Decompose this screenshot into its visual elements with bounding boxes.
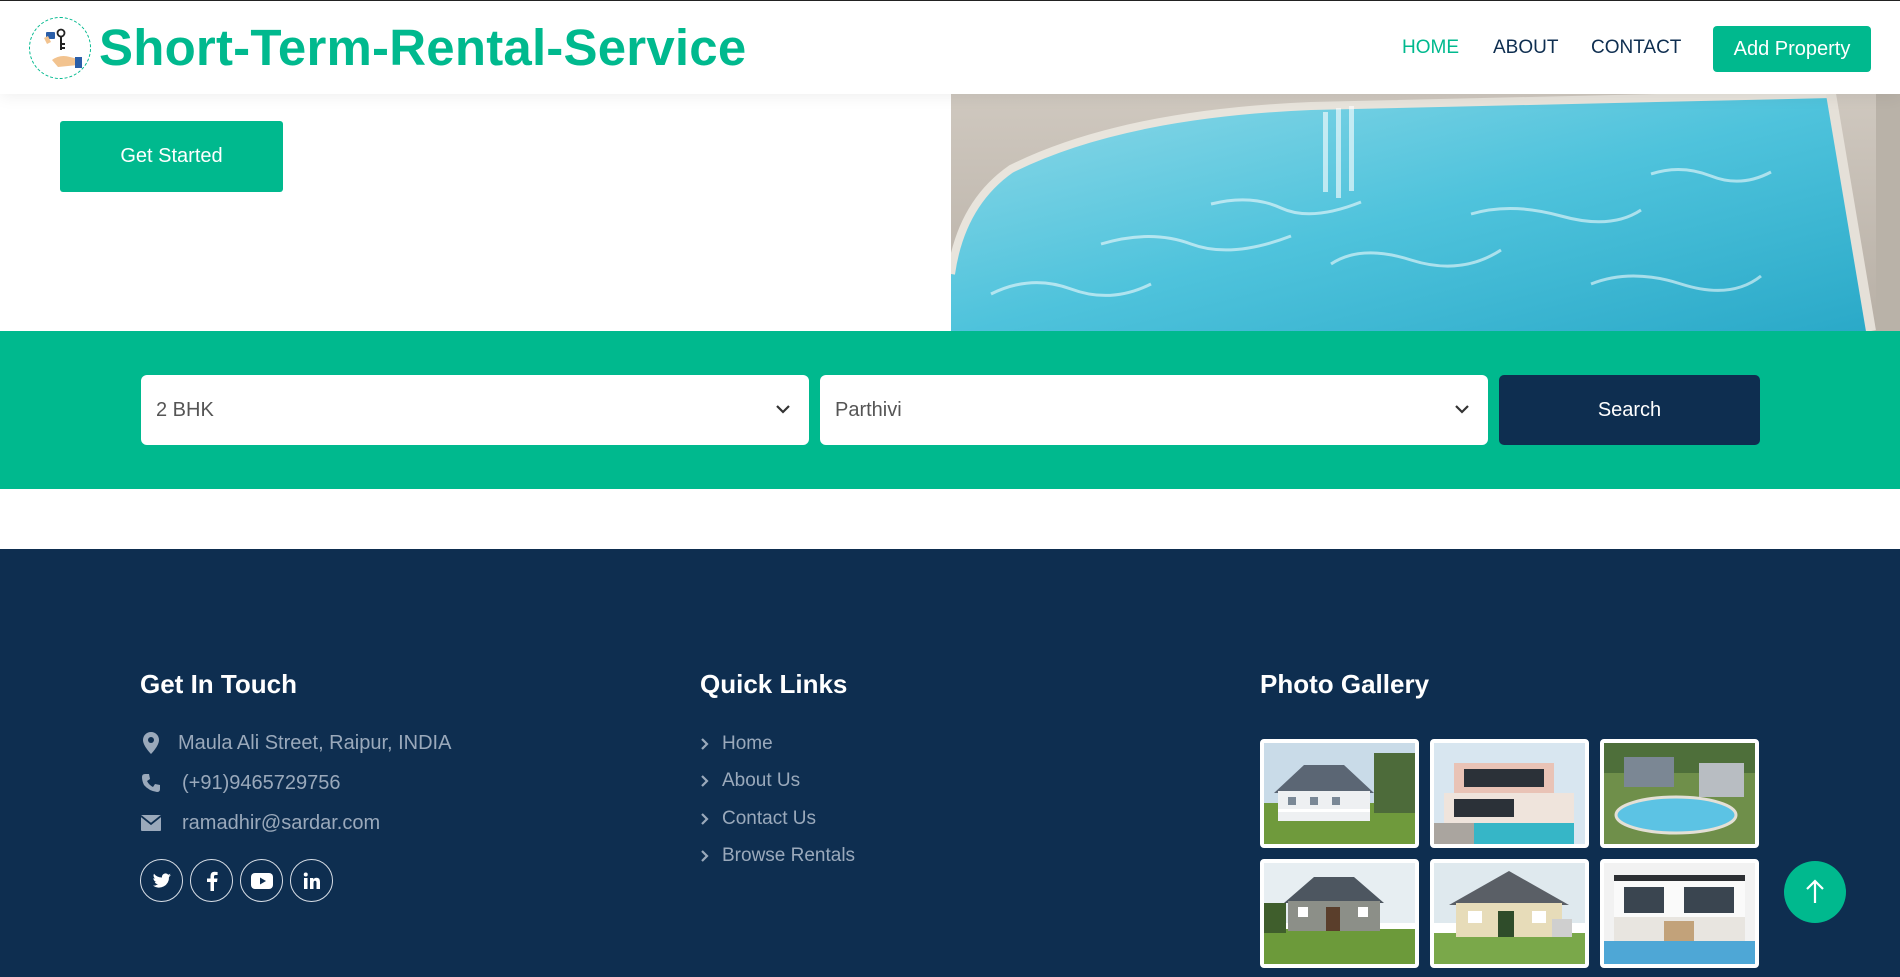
youtube-icon[interactable] [240,859,283,902]
location-value: Parthivi [835,398,902,421]
site-header: Short-Term-Rental-Service HOME ABOUT CON… [0,0,1900,94]
contact-email-text[interactable]: ramadhir@sardar.com [182,812,380,835]
get-started-button[interactable]: Get Started [60,121,283,192]
add-property-button[interactable]: Add Property [1713,26,1871,72]
photo-gallery-heading: Photo Gallery [1260,669,1430,699]
quick-link-about[interactable]: About Us [700,767,800,795]
twitter-icon[interactable] [140,859,183,902]
gallery-photo-1[interactable] [1260,739,1419,848]
property-type-value: 2 BHK [156,398,214,421]
nav-about[interactable]: ABOUT [1493,37,1558,59]
nav-contact[interactable]: CONTACT [1591,37,1681,59]
gallery-photo-4[interactable] [1260,859,1419,968]
contact-phone-text[interactable]: (+91)9465729756 [182,772,340,795]
arrow-up-icon [1806,879,1824,903]
contact-phone: (+91)9465729756 [140,768,340,798]
property-type-select[interactable]: 2 BHK [141,375,809,445]
logo-icon[interactable] [29,17,91,79]
gallery-photo-3[interactable] [1600,739,1759,848]
quick-link-label: About Us [722,770,801,791]
gallery-photo-6[interactable] [1600,859,1759,968]
quick-link-label: Contact Us [722,808,816,829]
envelope-icon [140,812,162,834]
chevron-right-icon [700,812,712,826]
search-button[interactable]: Search [1499,375,1760,445]
chevron-right-icon [700,849,712,863]
chevron-right-icon [700,774,712,788]
chevron-right-icon [700,737,712,751]
map-marker-icon [140,732,162,754]
chevron-down-icon [775,401,791,425]
quick-link-label: Home [722,733,773,754]
nav-home[interactable]: HOME [1402,37,1459,59]
quick-links-heading: Quick Links [700,669,848,699]
gallery-photo-5[interactable] [1430,859,1589,968]
get-in-touch-heading: Get In Touch [140,669,297,699]
gallery-photo-2[interactable] [1430,739,1589,848]
contact-address-text: Maula Ali Street, Raipur, INDIA [178,731,452,754]
quick-link-label: Browse Rentals [722,845,856,866]
contact-address: Maula Ali Street, Raipur, INDIA [140,728,451,758]
linkedin-icon[interactable] [290,859,333,902]
contact-email: ramadhir@sardar.com [140,808,380,838]
chevron-down-icon [1454,401,1470,425]
quick-link-contact[interactable]: Contact Us [700,805,816,833]
facebook-icon[interactable] [190,859,233,902]
brand-title[interactable]: Short-Term-Rental-Service [99,15,746,81]
phone-icon [140,772,162,794]
location-select[interactable]: Parthivi [820,375,1488,445]
hero-pool-image [951,94,1900,331]
back-to-top-button[interactable] [1784,861,1846,923]
quick-link-home[interactable]: Home [700,730,773,758]
quick-link-browse-rentals[interactable]: Browse Rentals [700,842,855,870]
